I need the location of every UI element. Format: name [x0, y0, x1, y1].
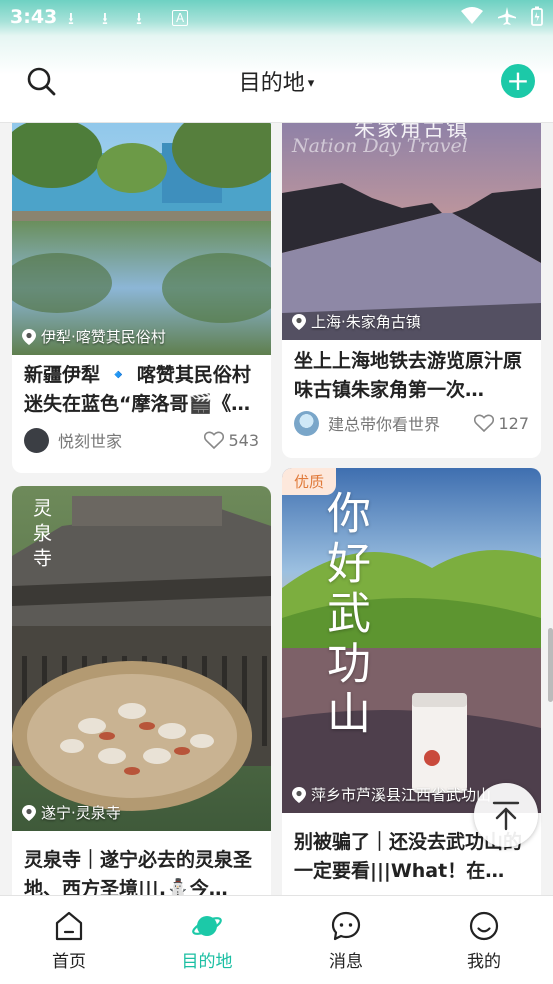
location-label: 上海·朱家角古镇: [311, 313, 421, 331]
location-label: 伊犁·喀赞其民俗村: [41, 328, 166, 346]
tab-label: 首页: [52, 952, 86, 972]
battery-icon: [531, 6, 543, 26]
like-count: 127: [498, 413, 529, 433]
quality-badge: 优质: [282, 468, 337, 495]
tab-messages[interactable]: 消息: [291, 910, 401, 972]
heart-icon: [474, 414, 495, 432]
post-title: 灵泉寺｜遂宁必去的灵泉圣地、西方圣境|||.⛄今…: [24, 849, 253, 895]
like-button[interactable]: 543: [204, 431, 259, 450]
post-meta: 建总带你看世界 127: [294, 409, 529, 437]
post-location: 上海·朱家角古镇: [292, 311, 421, 332]
tab-label: 目的地: [181, 952, 233, 972]
post-location: 遂宁·灵泉寺: [22, 802, 121, 823]
location-label: 萍乡市芦溪县江西省武功山: [311, 786, 492, 804]
post-card[interactable]: 朱家角古镇 Nation Day Travel 上海·朱家角古镇 坐上上海地铁去…: [282, 123, 541, 458]
download-icon: ⭳: [68, 9, 74, 29]
location-pin-icon: [292, 786, 306, 803]
avatar[interactable]: [294, 410, 319, 436]
like-count: 543: [228, 430, 259, 450]
heart-icon: [204, 431, 225, 449]
destination-selector[interactable]: 目的地 ▾: [0, 65, 553, 97]
location-pin-icon: [292, 313, 306, 330]
tab-me[interactable]: 我的: [429, 910, 539, 972]
post-title: 新疆伊犁 🔹 喀赞其民俗村 迷失在蓝色“摩洛哥🎬《…: [24, 364, 251, 415]
status-time: 3:43: [10, 6, 58, 28]
page-title: 目的地: [238, 71, 305, 96]
download-icon: ⭳: [102, 9, 108, 29]
author-name[interactable]: 建总带你看世界: [328, 411, 474, 435]
post-photo: 你好武功山 优质 萍乡市芦溪县江西省武功山: [282, 468, 541, 813]
a-icon: A: [172, 10, 189, 26]
photo-overlay-text: 灵泉寺: [30, 498, 52, 573]
caret-down-icon: ▾: [307, 76, 315, 91]
message-icon: [331, 911, 361, 941]
post-meta: 悦刻世家 543: [24, 426, 259, 454]
airplane-icon: [498, 7, 516, 25]
tab-home[interactable]: 首页: [14, 910, 124, 972]
wifi-icon: [461, 7, 483, 24]
like-button[interactable]: 127: [474, 414, 529, 433]
post-location: 伊犁·喀赞其民俗村: [22, 326, 166, 347]
post-location: 萍乡市芦溪县江西省武功山: [292, 784, 491, 805]
post-photo: 伊犁·喀赞其民俗村: [12, 123, 271, 355]
add-button[interactable]: +: [501, 64, 535, 98]
arrow-up-icon: [492, 801, 520, 831]
photo-overlay-script: Nation Day Travel: [292, 135, 468, 157]
location-pin-icon: [22, 328, 36, 345]
status-bar: 3:43 ⭳ ⭳ ⭳ A: [0, 0, 553, 36]
tab-label: 我的: [467, 952, 501, 972]
post-title: 坐上上海地铁去游览原汁原味古镇朱家角第一次…: [294, 350, 523, 401]
avatar[interactable]: [24, 427, 49, 453]
author-name[interactable]: 悦刻世家: [58, 428, 204, 452]
bottom-tab-bar: 首页 目的地 消息 我的: [0, 895, 553, 984]
post-card[interactable]: 伊犁·喀赞其民俗村 新疆伊犁 🔹 喀赞其民俗村 迷失在蓝色“摩洛哥🎬《… 悦刻世…: [12, 123, 271, 473]
top-bar: 目的地 ▾ +: [0, 36, 553, 123]
scrollbar[interactable]: [548, 628, 553, 702]
smiley-icon: [469, 911, 499, 941]
post-feed[interactable]: 伊犁·喀赞其民俗村 新疆伊犁 🔹 喀赞其民俗村 迷失在蓝色“摩洛哥🎬《… 悦刻世…: [0, 123, 553, 895]
download-icon: ⭳: [136, 9, 142, 29]
location-pin-icon: [22, 804, 36, 821]
post-card[interactable]: 灵泉寺 遂宁·灵泉寺 灵泉寺｜遂宁必去的灵泉圣地、西方圣境|||.⛄今…: [12, 486, 271, 895]
post-photo: 朱家角古镇 Nation Day Travel 上海·朱家角古镇: [282, 123, 541, 340]
photo-overlay-text: 你好武功山: [319, 490, 370, 740]
planet-icon: [192, 916, 222, 936]
back-to-top-button[interactable]: [474, 783, 538, 847]
post-photo: 灵泉寺 遂宁·灵泉寺: [12, 486, 271, 831]
tab-label: 消息: [329, 952, 363, 972]
tab-destination[interactable]: 目的地: [152, 910, 262, 972]
home-icon: [55, 911, 83, 941]
location-label: 遂宁·灵泉寺: [41, 804, 121, 822]
